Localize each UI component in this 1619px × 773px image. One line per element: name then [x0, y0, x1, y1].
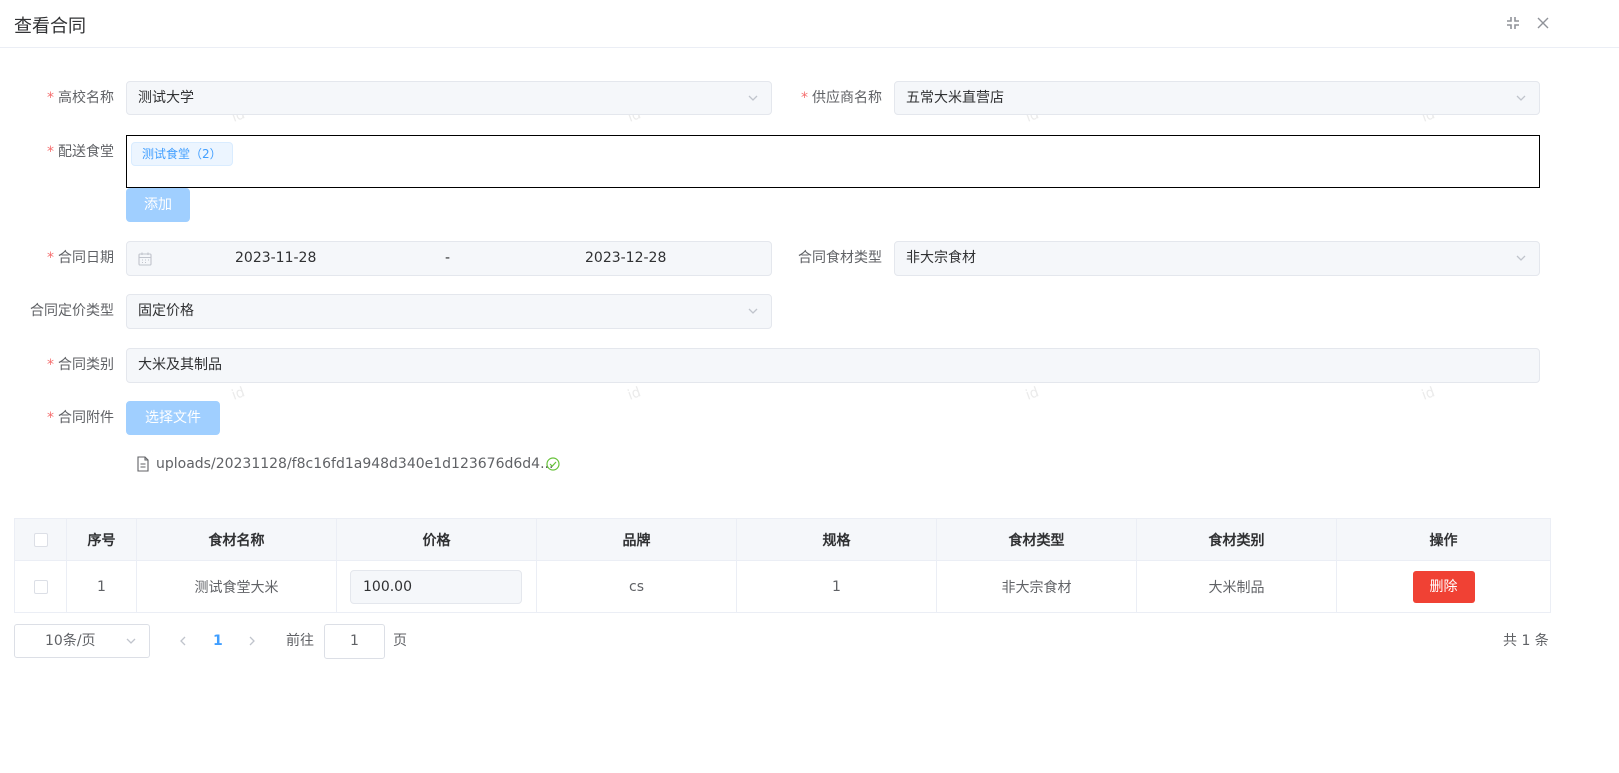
page-size-select[interactable]: 10条/页 — [14, 624, 150, 658]
success-check-icon — [546, 457, 560, 471]
chevron-down-icon — [125, 635, 137, 647]
end-date[interactable]: 2023-12-28 — [585, 242, 666, 275]
school-value: 测试大学 — [138, 90, 194, 106]
close-icon[interactable] — [1534, 14, 1552, 32]
pricing-type-select[interactable]: 固定价格 — [126, 294, 772, 329]
supplier-select[interactable]: 五常大米直营店 — [894, 81, 1540, 115]
contract-date-range[interactable]: 2023-11-28 - 2023-12-28 — [126, 241, 772, 276]
chevron-down-icon — [1515, 252, 1527, 264]
calendar-icon — [137, 251, 153, 267]
column-header-price: 价格 — [336, 518, 537, 561]
row-food-category: 大米制品 — [1136, 560, 1337, 613]
watermark: id — [625, 384, 644, 404]
category-label: * 合同类别 — [47, 357, 114, 373]
chevron-down-icon — [1515, 92, 1527, 104]
file-name: uploads/20231128/f8c16fd1a948d340e1d1236… — [156, 456, 554, 472]
watermark: id — [229, 384, 248, 404]
dialog-header: 查看合同 — [0, 0, 1619, 48]
watermark: id — [1419, 384, 1438, 404]
column-header-name: 食材名称 — [136, 518, 337, 561]
column-header-action: 操作 — [1336, 518, 1551, 561]
next-page-icon[interactable] — [246, 635, 258, 647]
column-header-food-category: 食材类别 — [1136, 518, 1337, 561]
chevron-down-icon — [747, 305, 759, 317]
watermark: id — [1023, 384, 1042, 404]
table-header-row: 序号 食材名称 价格 品牌 规格 食材类型 食材类别 操作 — [14, 518, 1551, 561]
delete-button[interactable]: 删除 — [1412, 570, 1475, 603]
canteen-label: * 配送食堂 — [47, 144, 114, 160]
column-header-index: 序号 — [66, 518, 137, 561]
category-value: 大米及其制品 — [138, 357, 222, 373]
attachment-label: * 合同附件 — [47, 410, 114, 426]
date-separator: - — [445, 250, 451, 266]
page-suffix: 页 — [393, 633, 407, 649]
contract-date-label: * 合同日期 — [47, 250, 114, 266]
row-price-cell: 100.00 — [336, 560, 537, 613]
row-food-name: 测试食堂大米 — [136, 560, 337, 613]
chevron-down-icon — [747, 92, 759, 104]
pricing-type-label: 合同定价类型 — [30, 303, 114, 319]
row-checkbox[interactable] — [33, 579, 48, 594]
supplier-value: 五常大米直营店 — [906, 90, 1004, 106]
dialog-title: 查看合同 — [14, 16, 86, 37]
food-type-value: 非大宗食材 — [906, 250, 976, 266]
row-food-type: 非大宗食材 — [936, 560, 1137, 613]
food-table: 序号 食材名称 价格 品牌 规格 食材类型 食材类别 操作 1 测试食堂大米 1… — [14, 518, 1551, 613]
select-all-checkbox[interactable] — [33, 532, 48, 547]
canteen-tag: 测试食堂（2） — [131, 142, 233, 166]
total-count: 共 1 条 — [1503, 633, 1549, 649]
column-header-brand: 品牌 — [536, 518, 737, 561]
food-type-label: 合同食材类型 — [798, 250, 882, 266]
row-action-cell: 删除 — [1336, 560, 1551, 613]
select-all-cell — [14, 518, 67, 561]
start-date[interactable]: 2023-11-28 — [235, 242, 316, 275]
add-canteen-button[interactable]: 添加 — [126, 188, 190, 222]
pricing-type-value: 固定价格 — [138, 303, 194, 319]
minimize-icon[interactable] — [1504, 14, 1522, 32]
canteen-multiselect[interactable]: 测试食堂（2） — [126, 135, 1540, 188]
column-header-food-type: 食材类型 — [936, 518, 1137, 561]
row-brand: cs — [536, 560, 737, 613]
column-header-spec: 规格 — [736, 518, 937, 561]
page-size-value: 10条/页 — [45, 633, 96, 649]
goto-label: 前往 — [286, 633, 314, 649]
supplier-label: * 供应商名称 — [801, 90, 882, 106]
goto-page-input[interactable]: 1 — [324, 624, 385, 659]
document-icon — [136, 456, 150, 472]
table-row: 1 测试食堂大米 100.00 cs 1 非大宗食材 大米制品 删除 — [14, 560, 1551, 613]
school-select[interactable]: 测试大学 — [126, 81, 772, 115]
prev-page-icon[interactable] — [177, 635, 189, 647]
price-input[interactable]: 100.00 — [350, 569, 522, 604]
row-spec: 1 — [736, 560, 937, 613]
current-page[interactable]: 1 — [213, 624, 223, 658]
row-select-cell — [14, 560, 67, 613]
category-input[interactable]: 大米及其制品 — [126, 348, 1540, 383]
food-type-select[interactable]: 非大宗食材 — [894, 241, 1540, 276]
select-file-button[interactable]: 选择文件 — [126, 401, 220, 435]
row-index: 1 — [66, 560, 137, 613]
school-label: * 高校名称 — [47, 90, 114, 106]
